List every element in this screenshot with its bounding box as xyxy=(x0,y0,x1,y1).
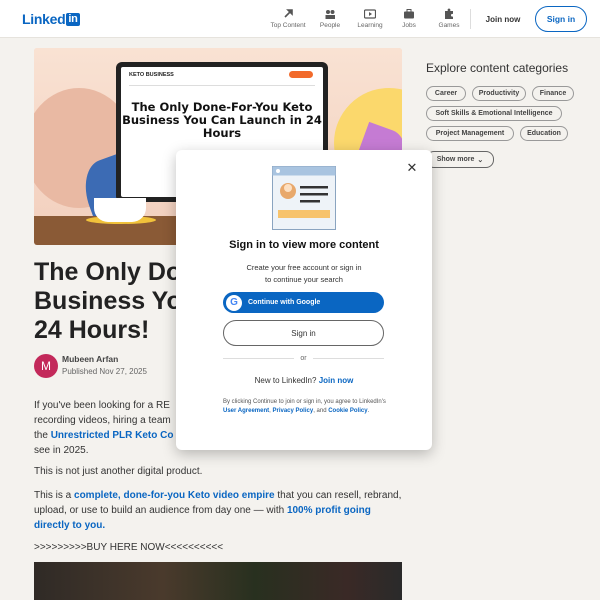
category-chip[interactable]: Career xyxy=(426,86,466,101)
people-icon xyxy=(325,10,335,19)
continue-with-google-button[interactable]: G Continue with Google xyxy=(223,292,384,313)
product-link[interactable]: Unrestricted PLR Keto Co xyxy=(51,430,174,441)
nav-top-content[interactable]: Top Content xyxy=(266,8,310,29)
hero-headline: The Only Done-For-You Keto Business You … xyxy=(122,100,322,140)
close-icon[interactable]: ✕ xyxy=(404,160,420,176)
header-divider xyxy=(470,9,471,29)
or-divider: or xyxy=(223,352,385,364)
modal-title: Sign in to view more content xyxy=(229,239,379,251)
article-paragraph: This is not just another digital product… xyxy=(34,466,203,477)
hero-brand: KETO BUSINESS xyxy=(129,72,174,78)
buy-cta-text: >>>>>>>>>BUY HERE NOW<<<<<<<<<< xyxy=(34,542,224,553)
sign-in-button[interactable]: Sign in xyxy=(535,6,587,32)
nav-label: Jobs xyxy=(402,22,416,29)
video-icon xyxy=(364,9,376,19)
article-link[interactable]: complete, done-for-you Keto video empire xyxy=(74,490,275,501)
sidebar-heading: Explore content categories xyxy=(426,61,569,75)
briefcase-icon xyxy=(404,9,414,19)
chevron-down-icon: ⌄ xyxy=(477,156,484,164)
nav-label: Learning xyxy=(357,22,383,29)
modal-subtitle: Create your free account or sign in to c… xyxy=(246,263,362,284)
article-paragraph: This is a complete, done-for-you Keto vi… xyxy=(34,490,402,531)
category-chip[interactable]: Productivity xyxy=(472,86,526,101)
category-chip[interactable]: Finance xyxy=(532,86,574,101)
published-date: Published Nov 27, 2025 xyxy=(62,367,147,376)
nav-label: Top Content xyxy=(270,22,306,29)
nav-learning[interactable]: Learning xyxy=(348,8,392,29)
sign-in-modal: ✕ Sign in to view more content Create yo… xyxy=(176,150,432,450)
top-header: Linked in Top Content People Learning Job… xyxy=(0,0,600,38)
category-chip[interactable]: Project Management xyxy=(426,126,514,141)
logo-in-badge: in xyxy=(66,12,80,26)
show-more-button[interactable]: Show more ⌄ xyxy=(426,151,494,168)
join-now-button[interactable]: Join now xyxy=(478,9,528,29)
privacy-policy-link[interactable]: Privacy Policy xyxy=(272,408,313,414)
nav-jobs[interactable]: Jobs xyxy=(387,8,431,29)
article-photo xyxy=(34,562,402,600)
rocket-icon xyxy=(284,9,293,18)
cookie-policy-link[interactable]: Cookie Policy xyxy=(328,408,367,414)
nav-games[interactable]: Games xyxy=(427,8,471,29)
author-avatar[interactable]: M xyxy=(34,354,58,378)
category-chip[interactable]: Education xyxy=(520,126,568,141)
legal-text: By clicking Continue to join or sign in,… xyxy=(223,399,386,414)
modal-sign-in-button[interactable]: Sign in xyxy=(223,320,384,346)
user-agreement-link[interactable]: User Agreement xyxy=(223,408,269,414)
sign-in-illustration-icon xyxy=(272,166,336,230)
puzzle-icon xyxy=(445,8,453,19)
coffee-cup xyxy=(94,198,146,222)
author-name[interactable]: Mubeen Arfan xyxy=(62,354,118,364)
nav-label: People xyxy=(319,22,341,29)
join-now-link[interactable]: Join now xyxy=(319,376,354,385)
category-chip[interactable]: Soft Skills & Emotional Intelligence xyxy=(426,106,562,121)
nav-label: Games xyxy=(438,22,460,29)
logo-text: Linked xyxy=(22,11,66,27)
linkedin-logo[interactable]: Linked in xyxy=(22,11,80,27)
new-to-linkedin: New to LinkedIn? Join now xyxy=(254,376,354,385)
google-icon: G xyxy=(226,294,242,311)
nav-people[interactable]: People xyxy=(308,8,352,29)
